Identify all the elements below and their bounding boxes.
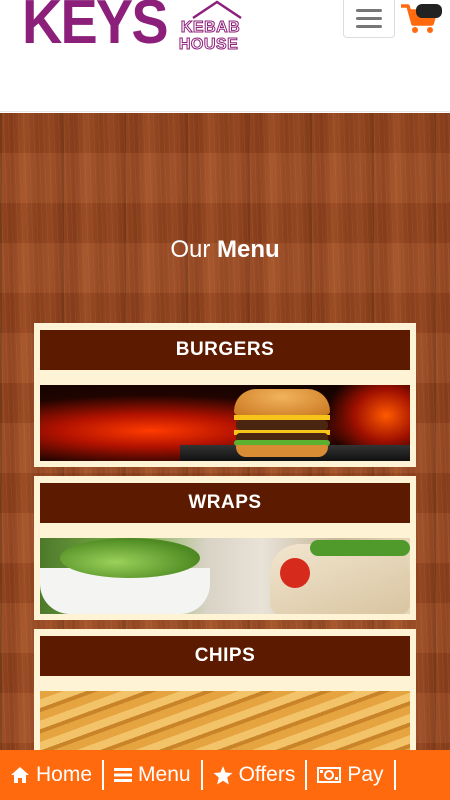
nav-offers-label: Offers — [238, 763, 296, 786]
nav-offers[interactable]: Offers — [203, 760, 308, 790]
burgers-image[interactable] — [40, 385, 410, 461]
nav-menu[interactable]: Menu — [104, 760, 203, 790]
title-our: Our — [170, 236, 211, 263]
home-icon — [11, 767, 29, 783]
category-title[interactable]: BURGERS — [40, 330, 410, 370]
hamburger-icon-bar — [356, 25, 382, 28]
salad-decoration — [60, 538, 200, 578]
burger-illustration — [234, 389, 330, 457]
cart-count-badge — [416, 4, 442, 18]
hamburger-menu-button[interactable] — [343, 0, 395, 38]
bottom-nav: Home Menu Offers Pay — [0, 750, 450, 800]
tomato-decoration — [280, 558, 310, 588]
logo-kebab-house: KEBAB HOUSE — [178, 0, 251, 54]
roof-icon — [192, 0, 242, 20]
title-menu: Menu — [217, 236, 280, 263]
nav-home-label: Home — [36, 763, 93, 786]
category-card-wraps[interactable]: WRAPS — [34, 476, 416, 620]
hamburger-icon-bar — [356, 9, 382, 12]
section-title: Our Menu — [0, 236, 450, 264]
category-title[interactable]: CHIPS — [40, 636, 410, 676]
category-list: BURGERS WRAPS CHIPS — [34, 323, 416, 750]
site-header: KEYS KEBAB HOUSE — [0, 0, 450, 112]
money-icon — [317, 767, 342, 783]
site-logo[interactable]: KEYS KEBAB HOUSE — [22, 0, 251, 54]
category-card-burgers[interactable]: BURGERS — [34, 323, 416, 467]
nav-pay[interactable]: Pay — [307, 760, 396, 790]
nav-pay-label: Pay — [347, 763, 384, 786]
chips-image[interactable] — [40, 691, 410, 750]
logo-kebab-text: KEBAB — [180, 19, 241, 36]
logo-house-text: HOUSE — [178, 36, 239, 53]
hamburger-icon-bar — [356, 17, 382, 20]
nav-menu-label: Menu — [138, 763, 191, 786]
list-icon — [114, 768, 133, 782]
nav-home[interactable]: Home — [0, 760, 105, 790]
wraps-image[interactable] — [40, 538, 410, 614]
category-card-chips[interactable]: CHIPS — [34, 629, 416, 750]
menu-section: Our Menu BURGERS WRAPS CHIPS — [0, 113, 450, 750]
greens-decoration — [310, 540, 410, 556]
logo-keys-text: KEYS — [22, 0, 169, 57]
star-icon — [213, 765, 233, 784]
category-title[interactable]: WRAPS — [40, 483, 410, 523]
